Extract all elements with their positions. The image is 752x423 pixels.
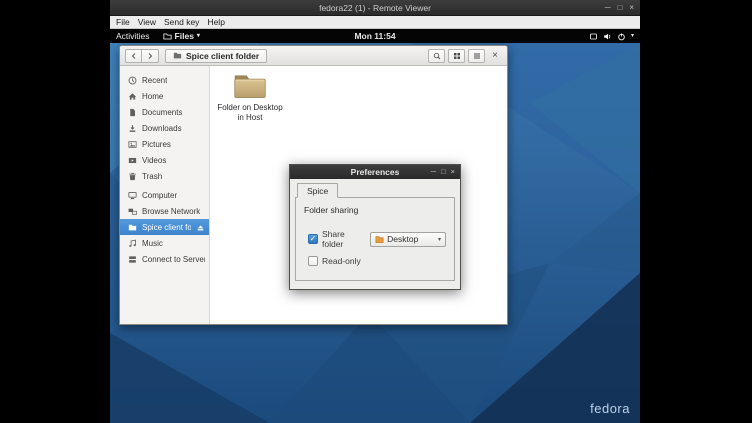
- activities-button[interactable]: Activities: [116, 31, 150, 41]
- clock-icon: [128, 76, 137, 85]
- chevron-left-icon: [130, 52, 138, 60]
- video-icon: [128, 156, 137, 165]
- check-icon: ✓: [310, 235, 317, 243]
- chevron-down-icon: ▾: [631, 33, 634, 39]
- power-icon: [617, 32, 626, 41]
- sidebar-item-videos[interactable]: Videos: [120, 152, 209, 168]
- folder-icon: [375, 235, 384, 244]
- volume-icon: [603, 32, 612, 41]
- eject-icon[interactable]: [196, 223, 205, 232]
- sidebar-item-computer[interactable]: Computer: [120, 187, 209, 203]
- folder-sharing-heading: Folder sharing: [304, 205, 446, 215]
- computer-icon: [128, 191, 137, 200]
- system-tray[interactable]: ▾: [589, 32, 634, 41]
- breadcrumb-label: Spice client folder: [186, 51, 259, 61]
- shared-folder-value: Desktop: [387, 234, 418, 244]
- folder-icon: [173, 51, 182, 60]
- folder-icon: [233, 73, 267, 100]
- forward-button[interactable]: [142, 49, 159, 63]
- minimize-icon[interactable]: ─: [431, 168, 436, 176]
- desktop: fedora Spice client folder: [110, 43, 640, 423]
- app-menu-files[interactable]: Files ▾: [163, 31, 200, 41]
- document-icon: [128, 108, 137, 117]
- picture-icon: [128, 140, 137, 149]
- screen: fedora22 (1) - Remote Viewer ─ □ × File …: [0, 0, 752, 423]
- maximize-icon[interactable]: □: [441, 168, 446, 176]
- window-close-button[interactable]: ×: [488, 49, 502, 63]
- viewer-titlebar: fedora22 (1) - Remote Viewer ─ □ ×: [110, 0, 640, 16]
- folder-item[interactable]: Folder on Desktop in Host: [214, 73, 286, 123]
- preferences-title: Preferences: [351, 167, 400, 177]
- spice-tab-page: Folder sharing ✓ Share folder Desktop ▾: [295, 197, 455, 281]
- readonly-checkbox[interactable]: [308, 256, 318, 266]
- viewer-title: fedora22 (1) - Remote Viewer: [319, 3, 431, 13]
- preferences-dialog: Preferences ─ □ × Spice Folder sharing ✓: [289, 164, 461, 290]
- tab-spice[interactable]: Spice: [297, 183, 338, 198]
- files-app-icon: [163, 32, 172, 41]
- files-sidebar: Recent Home Documents Downloads: [120, 66, 210, 324]
- preferences-titlebar: Preferences ─ □ ×: [290, 165, 460, 179]
- gnome-topbar: Activities Files ▾ Mon 11:54 ▾: [110, 29, 640, 43]
- files-headerbar: Spice client folder ×: [120, 46, 507, 66]
- shared-folder-select[interactable]: Desktop ▾: [370, 232, 446, 247]
- viewer-menubar: File View Send key Help: [110, 16, 640, 29]
- menu-file[interactable]: File: [112, 17, 134, 27]
- menu-help[interactable]: Help: [203, 17, 228, 27]
- minimize-icon[interactable]: ─: [605, 4, 611, 12]
- grid-icon: [453, 52, 461, 60]
- folder-icon: [128, 223, 137, 232]
- menu-view[interactable]: View: [134, 17, 160, 27]
- home-icon: [128, 92, 137, 101]
- sidebar-item-pictures[interactable]: Pictures: [120, 136, 209, 152]
- window-icon: [589, 32, 598, 41]
- search-button[interactable]: [428, 49, 445, 63]
- close-icon[interactable]: ×: [451, 168, 455, 176]
- folder-item-label: Folder on Desktop in Host: [214, 103, 286, 123]
- fedora-logo: fedora: [590, 401, 630, 416]
- server-icon: [128, 255, 137, 264]
- sidebar-item-home[interactable]: Home: [120, 88, 209, 104]
- maximize-icon[interactable]: □: [617, 4, 622, 12]
- hamburger-icon: [473, 52, 481, 60]
- sidebar-item-downloads[interactable]: Downloads: [120, 120, 209, 136]
- network-icon: [128, 207, 137, 216]
- grid-view-button[interactable]: [448, 49, 465, 63]
- remote-viewer-window: fedora22 (1) - Remote Viewer ─ □ × File …: [110, 0, 640, 423]
- share-folder-label: Share folder: [322, 229, 362, 249]
- back-button[interactable]: [125, 49, 142, 63]
- breadcrumb[interactable]: Spice client folder: [165, 49, 267, 63]
- readonly-label: Read-only: [322, 256, 361, 266]
- sidebar-item-recent[interactable]: Recent: [120, 72, 209, 88]
- sidebar-item-browse-network[interactable]: Browse Network: [120, 203, 209, 219]
- menu-send-key[interactable]: Send key: [160, 17, 203, 27]
- close-icon[interactable]: ×: [629, 4, 634, 12]
- app-menu-label: Files: [175, 31, 194, 41]
- menu-button[interactable]: [468, 49, 485, 63]
- clock[interactable]: Mon 11:54: [354, 31, 395, 41]
- sidebar-item-trash[interactable]: Trash: [120, 168, 209, 184]
- music-icon: [128, 239, 137, 248]
- search-icon: [433, 52, 441, 60]
- trash-icon: [128, 172, 137, 181]
- sidebar-item-connect-to-server[interactable]: Connect to Server: [120, 251, 209, 267]
- chevron-right-icon: [146, 52, 154, 60]
- chevron-down-icon: ▾: [197, 33, 200, 39]
- sidebar-item-spice-client-folder[interactable]: Spice client fol...: [120, 219, 209, 235]
- sidebar-item-music[interactable]: Music: [120, 235, 209, 251]
- download-icon: [128, 124, 137, 133]
- sidebar-item-documents[interactable]: Documents: [120, 104, 209, 120]
- share-folder-checkbox[interactable]: ✓: [308, 234, 318, 244]
- chevron-down-icon: ▾: [438, 236, 441, 243]
